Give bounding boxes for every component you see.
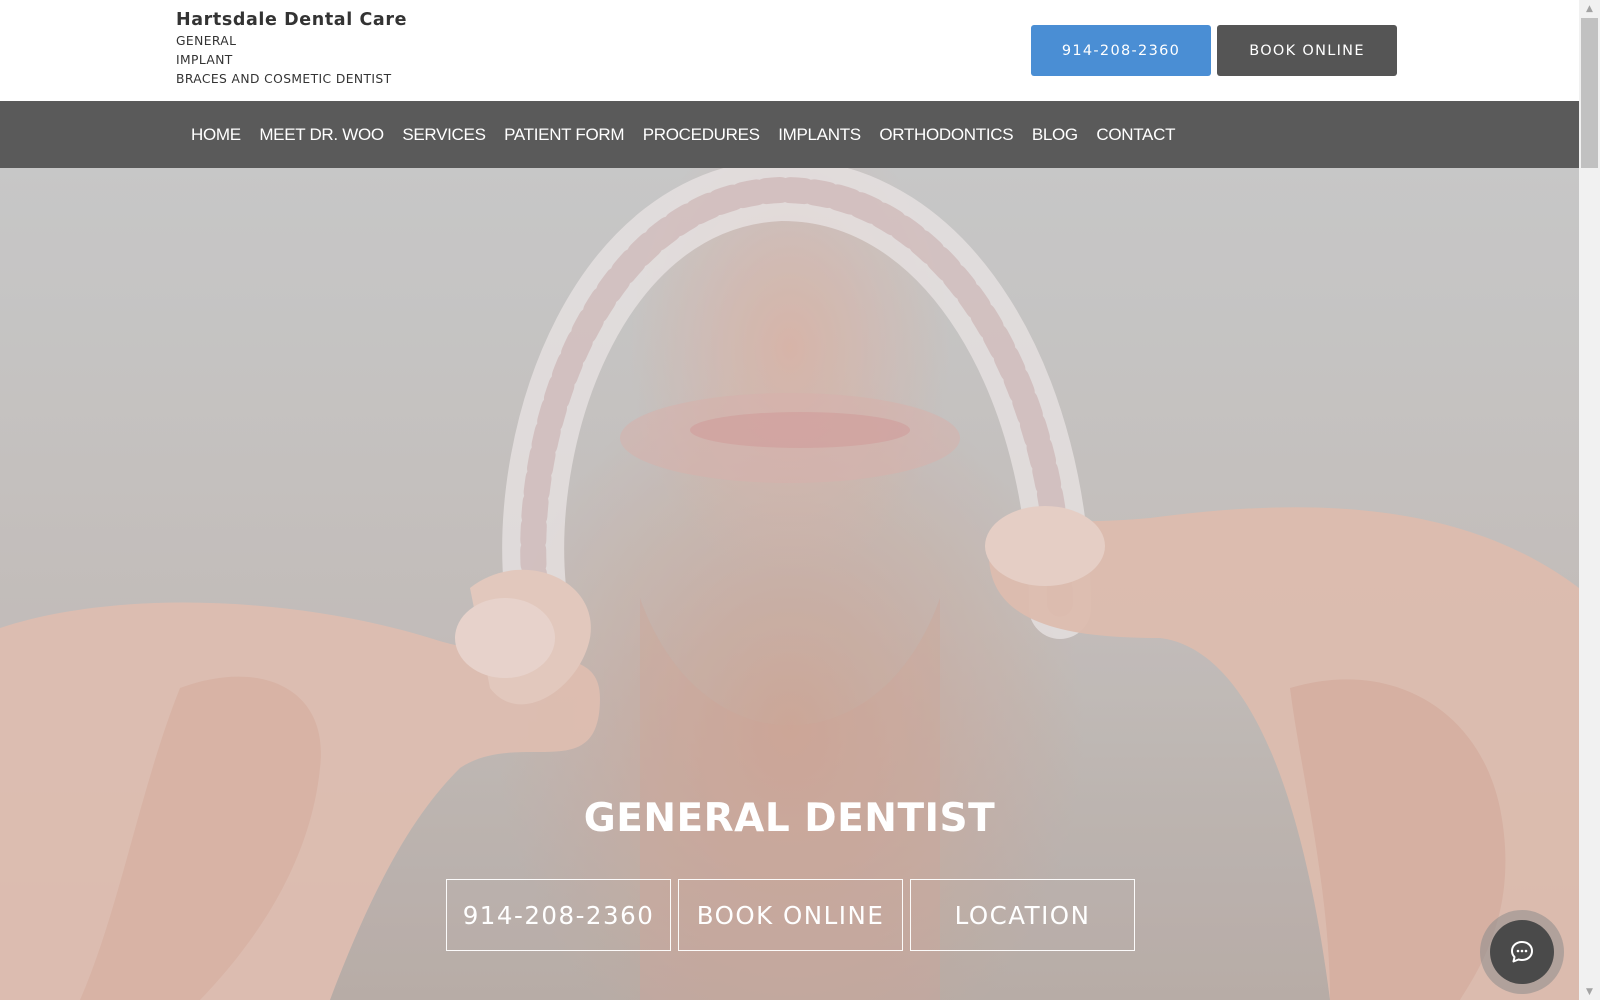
hero-location-button[interactable]: LOCATION <box>910 879 1135 951</box>
nav-item-orthodontics[interactable]: ORTHODONTICS <box>879 125 1013 145</box>
brand-name[interactable]: Hartsdale Dental Care <box>176 8 407 32</box>
nav-item-blog[interactable]: BLOG <box>1032 125 1078 145</box>
nav-item-contact[interactable]: CONTACT <box>1096 125 1175 145</box>
nav-list: HOME MEET DR. WOO SERVICES PATIENT FORM … <box>191 101 1194 168</box>
hero-phone-button[interactable]: 914-208-2360 <box>446 879 671 951</box>
hero-button-group: 914-208-2360 BOOK ONLINE LOCATION <box>446 879 1142 951</box>
header-book-online-button[interactable]: BOOK ONLINE <box>1217 25 1397 76</box>
nav-item-procedures[interactable]: PROCEDURES <box>643 125 760 145</box>
scrollbar-thumb[interactable] <box>1581 18 1598 168</box>
site-header: Hartsdale Dental Care GENERAL IMPLANT BR… <box>0 0 1579 101</box>
main-nav: HOME MEET DR. WOO SERVICES PATIENT FORM … <box>0 101 1579 168</box>
brand-tagline-general: GENERAL <box>176 34 237 48</box>
nav-item-implants[interactable]: IMPLANTS <box>778 125 861 145</box>
chat-bubble-icon <box>1511 941 1533 963</box>
nav-item-meet-dr-woo[interactable]: MEET DR. WOO <box>259 125 384 145</box>
scroll-up-arrow-icon[interactable]: ▲ <box>1579 0 1600 17</box>
hero-section: GENERAL DENTIST 914-208-2360 BOOK ONLINE… <box>0 168 1579 1000</box>
hero-overlay <box>0 168 1579 1000</box>
brand-tagline-braces: BRACES AND COSMETIC DENTIST <box>176 72 392 86</box>
brand-tagline-implant: IMPLANT <box>176 53 233 67</box>
page-scrollbar[interactable]: ▲ ▼ <box>1579 0 1600 1000</box>
chat-widget-inner <box>1490 920 1554 984</box>
hero-book-online-button[interactable]: BOOK ONLINE <box>678 879 903 951</box>
header-phone-button[interactable]: 914-208-2360 <box>1031 25 1211 76</box>
nav-item-patient-form[interactable]: PATIENT FORM <box>504 125 624 145</box>
hero-title: GENERAL DENTIST <box>583 796 996 841</box>
nav-item-services[interactable]: SERVICES <box>402 125 486 145</box>
scroll-down-arrow-icon[interactable]: ▼ <box>1579 983 1600 1000</box>
chat-widget-button[interactable] <box>1480 910 1564 994</box>
brand-block[interactable]: Hartsdale Dental Care GENERAL IMPLANT BR… <box>176 8 407 89</box>
nav-item-home[interactable]: HOME <box>191 125 241 145</box>
